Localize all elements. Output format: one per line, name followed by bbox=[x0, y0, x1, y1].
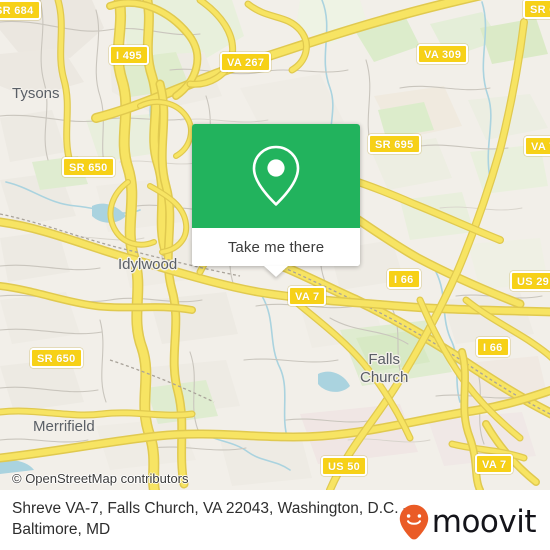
place-label-tysons: Tysons bbox=[12, 85, 60, 102]
location-popup[interactable]: Take me there bbox=[192, 124, 360, 277]
moovit-logo[interactable]: moovit bbox=[399, 503, 537, 540]
shield-us-50: US 50 bbox=[321, 456, 368, 476]
popup-action-bar[interactable]: Take me there bbox=[192, 228, 360, 266]
map-canvas[interactable]: .rd-case { fill:none; stroke:#e0c94f; st… bbox=[0, 0, 550, 490]
shield-sr-650-south: SR 650 bbox=[30, 348, 83, 368]
place-label-falls-church: Falls Church bbox=[360, 351, 408, 387]
shield-i-66-north: I 66 bbox=[387, 269, 421, 289]
moovit-smiley-pin-icon bbox=[399, 504, 428, 540]
map-pin-icon bbox=[252, 145, 300, 206]
map-screenshot: .rd-case { fill:none; stroke:#e0c94f; st… bbox=[0, 0, 550, 550]
place-label-idylwood: Idylwood bbox=[118, 256, 178, 273]
osm-attribution[interactable]: © OpenStreetMap contributors bbox=[12, 471, 189, 486]
take-me-there-label: Take me there bbox=[227, 238, 325, 256]
shield-va-267: VA 267 bbox=[220, 52, 272, 72]
shield-us-29: US 29 bbox=[510, 271, 550, 291]
shield-sr-650-north: SR 650 bbox=[62, 157, 115, 177]
shield-va-7-center: VA 7 bbox=[288, 286, 327, 306]
place-label-line-1: Falls bbox=[368, 351, 401, 368]
shield-i-495: I 495 bbox=[109, 45, 149, 65]
popup-pointer-tail bbox=[264, 266, 288, 277]
popup-header bbox=[192, 124, 360, 228]
shield-sr-684-nw: SR 684 bbox=[0, 0, 41, 20]
location-caption: Shreve VA-7, Falls Church, VA 22043, Was… bbox=[12, 500, 408, 538]
place-label-merrifield: Merrifield bbox=[33, 418, 95, 435]
shield-sr-684-ne: SR 684 bbox=[523, 0, 550, 19]
shield-i-66-south: I 66 bbox=[476, 337, 510, 357]
moovit-wordmark: moovit bbox=[431, 503, 537, 540]
shield-va-309: VA 309 bbox=[417, 44, 469, 64]
place-label-line-2: Church bbox=[360, 369, 409, 386]
caption-bar: Shreve VA-7, Falls Church, VA 22043, Was… bbox=[0, 490, 550, 550]
shield-sr-695: SR 695 bbox=[368, 134, 421, 154]
shield-va-7-south: VA 7 bbox=[475, 454, 514, 474]
shield-va-7-east: VA 7 bbox=[524, 136, 550, 156]
